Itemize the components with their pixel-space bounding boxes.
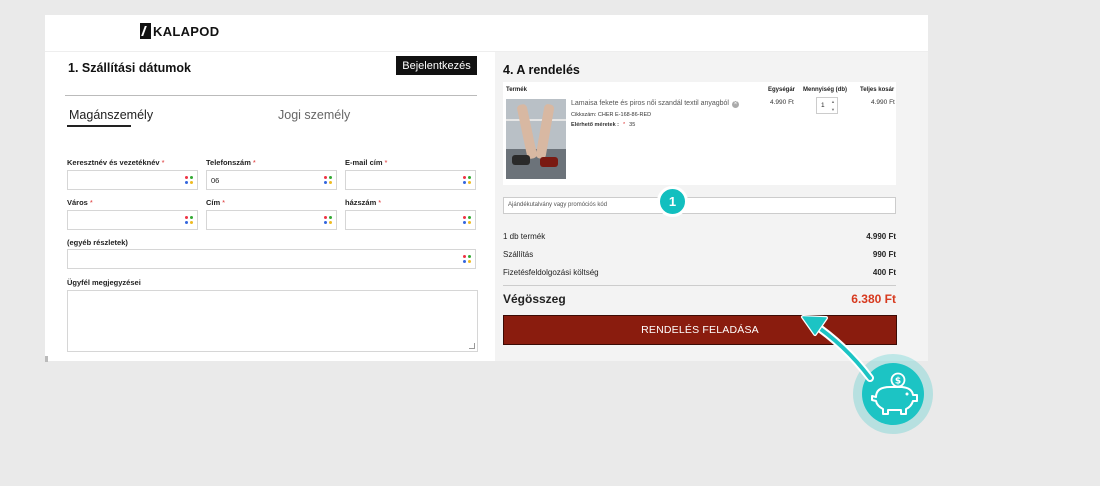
kalapod-logo-icon bbox=[140, 23, 151, 39]
required-mark: * bbox=[89, 198, 93, 207]
phone-label: Telefonszám * bbox=[206, 158, 256, 167]
autofill-icon[interactable] bbox=[324, 216, 332, 224]
autofill-icon[interactable] bbox=[463, 255, 471, 263]
required-mark: * bbox=[384, 158, 388, 167]
order-title: 4. A rendelés bbox=[503, 63, 580, 77]
product-name[interactable]: Lamaisa fekete és piros női szandál text… bbox=[571, 100, 739, 108]
email-label: E-mail cím * bbox=[345, 158, 387, 167]
kalapod-logo[interactable]: KALAPOD bbox=[140, 23, 219, 39]
autofill-icon[interactable] bbox=[324, 176, 332, 184]
total-divider bbox=[503, 285, 896, 286]
quantity-stepper[interactable]: 1 ▲ ▼ bbox=[816, 97, 838, 114]
unit-price: 4.990 Ft bbox=[770, 99, 794, 106]
image-detail bbox=[506, 119, 566, 121]
summary-value: 4.990 Ft bbox=[866, 232, 896, 241]
summary-row-shipping: Szállítás 990 Ft bbox=[503, 250, 896, 259]
header-product: Termék bbox=[506, 87, 527, 93]
product-size: Elérhető méretek : * 35 bbox=[571, 122, 635, 128]
step-badge: 1 bbox=[657, 186, 688, 217]
sku-label: Cikkszám: bbox=[571, 112, 597, 118]
notes-label: Ügyfél megjegyzései bbox=[67, 278, 141, 287]
summary-value: 990 Ft bbox=[872, 250, 896, 259]
summary-label: Fizetésfeldolgozási költség bbox=[503, 268, 599, 277]
grand-total-row: Végösszeg 6.380 Ft bbox=[503, 292, 896, 306]
page-edge bbox=[45, 356, 48, 362]
order-section: 4. A rendelés Termék Egységár Mennyiség … bbox=[495, 52, 928, 361]
header-unit-price: Egységár bbox=[768, 87, 796, 93]
tab-legal-entity[interactable]: Jogi személy bbox=[278, 108, 350, 122]
summary-value: 400 Ft bbox=[872, 268, 896, 277]
summary-row-processing-fee: Fizetésfeldolgozási költség 400 Ft bbox=[503, 268, 896, 277]
summary-row-items: 1 db termék 4.990 Ft bbox=[503, 232, 896, 241]
svg-text:$: $ bbox=[895, 377, 901, 387]
address-label: Cím * bbox=[206, 198, 225, 207]
checkout-page: KALAPOD 1. Szállítási dátumok Bejelentke… bbox=[45, 15, 928, 361]
image-detail bbox=[512, 155, 530, 165]
city-label: Város * bbox=[67, 198, 93, 207]
city-field[interactable] bbox=[67, 210, 198, 230]
remove-item-icon[interactable]: × bbox=[731, 101, 739, 108]
phone-value: 06 bbox=[211, 176, 220, 185]
piggy-bank-glyph: $ bbox=[871, 372, 918, 415]
notes-textarea[interactable] bbox=[67, 290, 478, 352]
product-image[interactable] bbox=[506, 99, 566, 179]
name-field[interactable] bbox=[67, 170, 198, 190]
summary-label: 1 db termék bbox=[503, 232, 546, 241]
required-mark: * bbox=[222, 198, 226, 207]
place-order-button[interactable]: RENDELÉS FELADÁSA bbox=[503, 315, 897, 345]
active-tab-indicator bbox=[67, 125, 131, 127]
required-mark: * bbox=[623, 122, 626, 128]
header-total: Teljes kosár bbox=[860, 87, 895, 93]
size-value[interactable]: 35 bbox=[629, 122, 635, 128]
resize-handle-icon[interactable] bbox=[469, 343, 475, 349]
autofill-icon[interactable] bbox=[463, 216, 471, 224]
city-label-text: Város bbox=[67, 198, 88, 207]
shipping-section: 1. Szállítási dátumok Bejelentkezés Magá… bbox=[45, 52, 495, 361]
email-label-text: E-mail cím bbox=[345, 158, 383, 167]
shipping-title: 1. Szállítási dátumok bbox=[68, 61, 191, 75]
product-sku: Cikkszám: CHER E-168-86-RED bbox=[571, 112, 651, 118]
other-details-field[interactable] bbox=[67, 249, 476, 269]
name-label: Keresztnév és vezetéknév * bbox=[67, 158, 164, 167]
quantity-value: 1 bbox=[821, 102, 825, 109]
required-mark: * bbox=[161, 158, 165, 167]
increment-icon[interactable]: ▲ bbox=[831, 99, 835, 104]
tab-private-person[interactable]: Magánszemély bbox=[69, 108, 153, 122]
summary-label: Szállítás bbox=[503, 250, 534, 259]
house-number-field[interactable] bbox=[345, 210, 476, 230]
promo-code-input[interactable]: Ajándékutalvány vagy promóciós kód bbox=[503, 197, 896, 214]
cart-table: Termék Egységár Mennyiség (db) Teljes ko… bbox=[503, 82, 896, 185]
other-details-label: (egyéb részletek) bbox=[67, 238, 128, 247]
email-field[interactable] bbox=[345, 170, 476, 190]
house-number-label: házszám * bbox=[345, 198, 381, 207]
login-button[interactable]: Bejelentkezés bbox=[396, 56, 477, 75]
autofill-icon[interactable] bbox=[185, 176, 193, 184]
divider bbox=[65, 95, 477, 96]
line-total: 4.990 Ft bbox=[871, 99, 895, 106]
header-bar: KALAPOD bbox=[45, 15, 928, 52]
header-quantity: Mennyiség (db) bbox=[803, 87, 848, 93]
phone-field[interactable]: 06 bbox=[206, 170, 337, 190]
decrement-icon[interactable]: ▼ bbox=[831, 107, 835, 112]
name-label-text: Keresztnév és vezetéknév bbox=[67, 158, 160, 167]
address-label-text: Cím bbox=[206, 198, 221, 207]
autofill-icon[interactable] bbox=[185, 216, 193, 224]
phone-label-text: Telefonszám bbox=[206, 158, 251, 167]
product-name-text: Lamaisa fekete és piros női szandál text… bbox=[571, 100, 729, 107]
address-field[interactable] bbox=[206, 210, 337, 230]
logo-text: KALAPOD bbox=[153, 23, 220, 39]
grand-total-label: Végösszeg bbox=[503, 292, 566, 306]
piggy-bank-icon: $ bbox=[862, 363, 924, 425]
grand-total-value: 6.380 Ft bbox=[851, 292, 896, 306]
house-number-label-text: házszám bbox=[345, 198, 377, 207]
autofill-icon[interactable] bbox=[463, 176, 471, 184]
image-detail bbox=[540, 157, 558, 167]
required-mark: * bbox=[378, 198, 382, 207]
size-label: Elérhető méretek : bbox=[571, 122, 619, 128]
sku-value: CHER E-168-86-RED bbox=[597, 112, 652, 118]
required-mark: * bbox=[252, 158, 256, 167]
